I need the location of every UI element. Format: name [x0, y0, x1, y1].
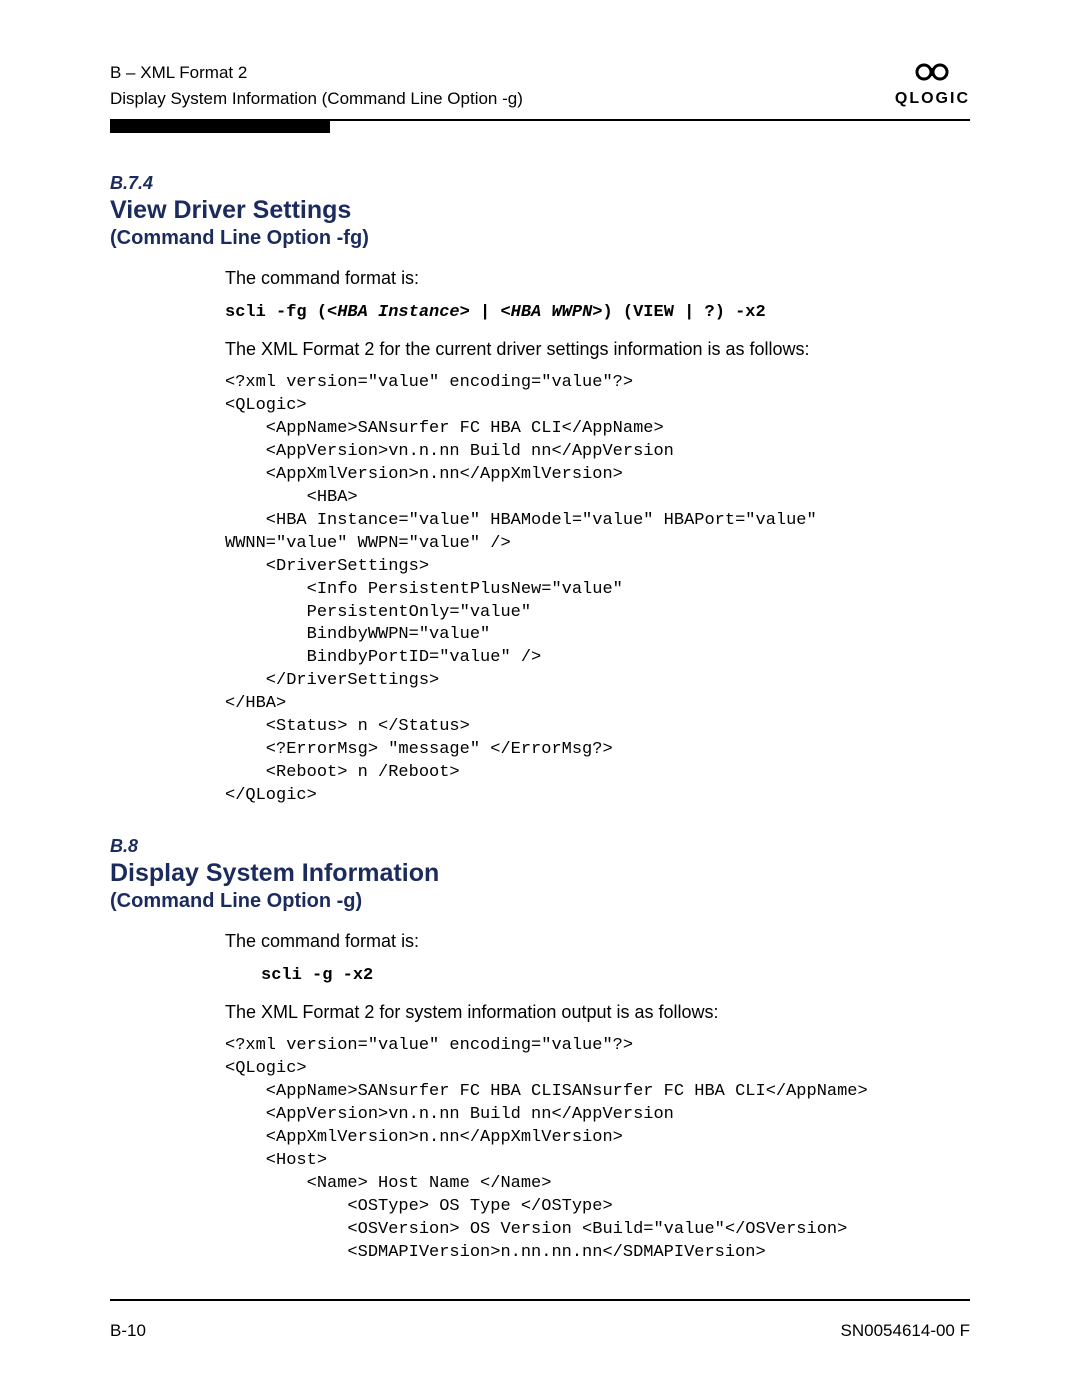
header-appendix: B – XML Format 2: [110, 60, 523, 86]
section2-command: scli -g -x2: [261, 964, 970, 988]
section-subtitle: (Command Line Option -fg): [110, 227, 970, 250]
section1-desc: The XML Format 2 for the current driver …: [225, 337, 970, 362]
header-left: B – XML Format 2 Display System Informat…: [110, 60, 523, 111]
page-footer: B-10 SN0054614-00 F: [110, 1299, 970, 1341]
header-topic: Display System Information (Command Line…: [110, 86, 523, 112]
qlogic-icon: [895, 60, 970, 88]
section2-body: The command format is: scli -g -x2 The X…: [225, 929, 970, 1265]
footer-docnum: SN0054614-00 F: [841, 1321, 970, 1341]
section1-body: The command format is: scli -fg (<HBA In…: [225, 266, 970, 808]
section-title-2: Display System Information: [110, 859, 970, 888]
section1-intro: The command format is:: [225, 266, 970, 291]
cmd-suffix: >) (VIEW | ?) -x2: [592, 303, 765, 322]
cmd-italic-2: HBA WWPN: [511, 303, 593, 322]
cmd-prefix: scli -fg (<: [225, 303, 337, 322]
section2-intro: The command format is:: [225, 929, 970, 954]
header-black-bar: [110, 121, 330, 133]
section-number-2: B.8: [110, 836, 970, 857]
section2-code: <?xml version="value" encoding="value"?>…: [225, 1035, 970, 1264]
section1-code: <?xml version="value" encoding="value"?>…: [225, 372, 970, 808]
footer-rule: [110, 1299, 970, 1301]
cmd-mid: > | <: [460, 303, 511, 322]
page-header: B – XML Format 2 Display System Informat…: [110, 60, 970, 111]
section1-command: scli -fg (<HBA Instance> | <HBA WWPN>) (…: [225, 301, 970, 325]
section-title: View Driver Settings: [110, 196, 970, 225]
footer-page: B-10: [110, 1321, 146, 1341]
brand-text: QLOGIC: [895, 90, 970, 108]
section2-desc: The XML Format 2 for system information …: [225, 1000, 970, 1025]
brand-logo: QLOGIC: [895, 60, 970, 108]
section-number: B.7.4: [110, 173, 970, 194]
cmd-italic-1: HBA Instance: [337, 303, 459, 322]
section-subtitle-2: (Command Line Option -g): [110, 890, 970, 913]
